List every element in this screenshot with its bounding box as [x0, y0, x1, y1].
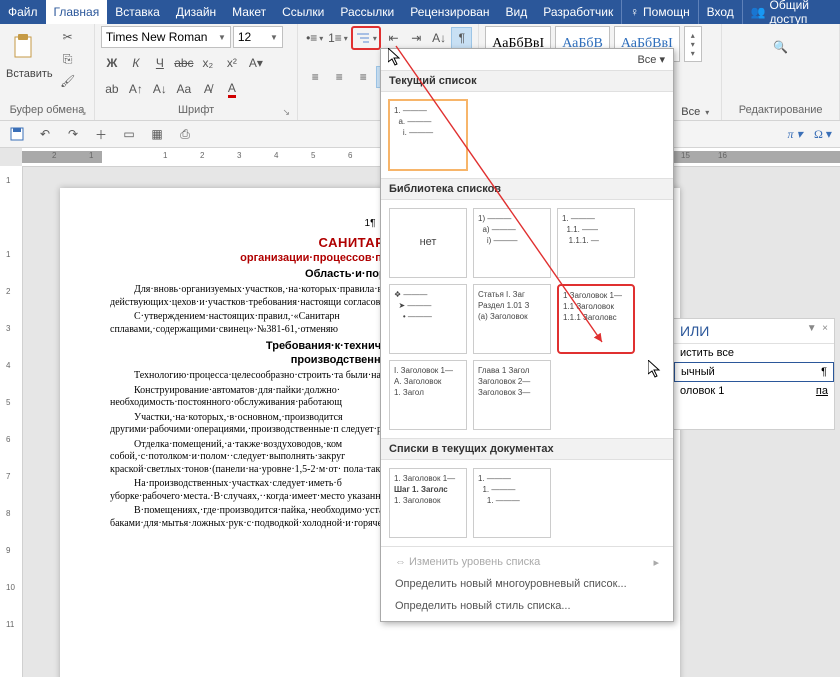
tab-share[interactable]: 👥Общий доступ	[743, 0, 840, 24]
tab-home[interactable]: Главная	[46, 0, 108, 24]
gallery-thumb-1dot[interactable]: 1. ——— 1.1. —— 1.1.1. —	[557, 208, 635, 278]
gallery-menu: ⇔Изменить уровень списка▸ Определить нов…	[381, 546, 673, 621]
paste-label: Вставить	[6, 68, 53, 80]
tab-insert[interactable]: Вставка	[107, 0, 168, 24]
bullets-button[interactable]: •≡▾	[304, 27, 325, 49]
tab-help[interactable]: ♀Помощн	[622, 0, 698, 24]
multilevel-list-button[interactable]: ▾	[351, 26, 381, 50]
tab-mailings[interactable]: Рассылки	[332, 0, 402, 24]
numbering-button[interactable]: 1≡▾	[327, 27, 349, 49]
group-font: Times New Roman▼ 12▼ Ж К Ч abc x₂ x² A▾ …	[95, 24, 298, 120]
align-left-button[interactable]: ≡	[304, 66, 326, 88]
group-editing: 🔍 Редактирование	[722, 24, 840, 120]
tab-review[interactable]: Рецензирован	[402, 0, 497, 24]
clipboard-icon	[11, 33, 35, 61]
tab-view[interactable]: Вид	[498, 0, 536, 24]
paste-button[interactable]	[6, 26, 40, 68]
font-size-combo[interactable]: 12▼	[233, 26, 283, 48]
save-icon	[10, 127, 24, 141]
gallery-thumb-chapter[interactable]: Глава 1 Загол Заголовок 2— Заголовок 3—	[473, 360, 551, 430]
sort-button[interactable]: A↓	[429, 27, 450, 49]
menu-change-level: ⇔Изменить уровень списка▸	[381, 551, 673, 573]
increase-indent-button[interactable]: ⇥	[406, 27, 427, 49]
qat-open-button[interactable]: ▭	[118, 123, 140, 145]
multilevel-list-gallery: Все ▾ Текущий список 1. ——— a. ——— i. ——…	[380, 48, 674, 622]
text-effects-button[interactable]: A▾	[245, 52, 267, 74]
copy-button[interactable]: ⎘	[57, 48, 79, 70]
underline-button[interactable]: Ч	[149, 52, 171, 74]
styles-item-normal[interactable]: ычный¶	[674, 362, 834, 382]
menu-define-style[interactable]: Определить новый стиль списка...	[381, 595, 673, 617]
tab-design[interactable]: Дизайн	[168, 0, 224, 24]
tab-references[interactable]: Ссылки	[274, 0, 332, 24]
styles-more-button[interactable]: ▴▾▾	[684, 26, 702, 62]
align-center-button[interactable]: ≡	[328, 66, 350, 88]
cursor-icon	[648, 360, 662, 378]
group-editing-label: Редактирование	[728, 104, 833, 118]
gallery-thumb-indoc-1[interactable]: 1. Заголовок 1— Шаг 1. Заголс 1. Заголов…	[389, 468, 467, 538]
gallery-thumb-indoc-2[interactable]: 1. ——— 1. ——— 1. ———	[473, 468, 551, 538]
align-right-button[interactable]: ≡	[352, 66, 374, 88]
symbol-button[interactable]: Ω ▾	[812, 123, 834, 145]
equation-button[interactable]: π ▾	[784, 123, 806, 145]
group-clipboard-label: Буфер обмена↘	[6, 104, 88, 118]
tab-developer[interactable]: Разработчик	[535, 0, 621, 24]
qat-save-button[interactable]	[6, 123, 28, 145]
gallery-thumb-heading-numbered[interactable]: 1 Заголовок 1— 1.1 Заголовок 1.1.1 Загол…	[557, 284, 635, 354]
find-button[interactable]: 🔍	[768, 34, 794, 60]
change-case-button[interactable]: Aa	[173, 78, 195, 100]
format-painter-button[interactable]: 🖌	[57, 70, 79, 92]
tab-file[interactable]: Файл	[0, 0, 46, 24]
qat-undo-button[interactable]: ↶	[34, 123, 56, 145]
styles-task-pane: ИЛИ ▼ × истить все ычный¶ оловок 1па	[673, 318, 835, 430]
cut-button[interactable]: ✂	[57, 26, 79, 48]
gallery-all-toggle[interactable]: Все ▾	[637, 53, 665, 66]
cursor-icon	[388, 48, 402, 66]
tab-layout[interactable]: Макет	[224, 0, 274, 24]
strike-button[interactable]: abc	[173, 52, 195, 74]
font-name-combo[interactable]: Times New Roman▼	[101, 26, 231, 48]
styles-item-heading1[interactable]: оловок 1па	[674, 382, 834, 400]
gallery-section-library: Библиотека списков	[381, 178, 673, 200]
dialog-launcher-icon[interactable]: ↘	[281, 107, 291, 117]
bold-button[interactable]: Ж	[101, 52, 123, 74]
group-font-label: Шрифт↘	[101, 104, 291, 118]
gallery-thumb-none[interactable]: нет	[389, 208, 467, 278]
superscript-button[interactable]: x²	[221, 52, 243, 74]
clear-format-button[interactable]: A̸	[197, 78, 219, 100]
font-color-button[interactable]: A	[221, 78, 243, 100]
show-marks-button[interactable]: ¶	[451, 27, 472, 49]
qat-table-button[interactable]: ▦	[146, 123, 168, 145]
font-shrink-button[interactable]: A↓	[149, 78, 171, 100]
ribbon-tabs: Файл Главная Вставка Дизайн Макет Ссылки…	[0, 0, 840, 24]
subscript-button[interactable]: x₂	[197, 52, 219, 74]
tab-signin[interactable]: Вход	[699, 0, 742, 24]
qat-new-button[interactable]: ＋	[90, 123, 112, 145]
qat-redo-button[interactable]: ↷	[62, 123, 84, 145]
dialog-launcher-icon[interactable]: ↘	[78, 107, 88, 117]
decrease-indent-button[interactable]: ⇤	[383, 27, 404, 49]
group-clipboard: Вставить ✂ ⎘ 🖌 Буфер обмена↘	[0, 24, 95, 120]
ruler-vertical[interactable]: 11234567891011	[0, 166, 23, 677]
menu-define-list[interactable]: Определить новый многоуровневый список..…	[381, 573, 673, 595]
gallery-section-indoc: Списки в текущих документах	[381, 438, 673, 460]
highlight-button[interactable]: ab	[101, 78, 123, 100]
gallery-thumb-iA1[interactable]: I. Заголовок 1— A. Заголовок 1. Загол	[389, 360, 467, 430]
gallery-section-current: Текущий список	[381, 70, 673, 92]
gallery-thumb-1paren[interactable]: 1) ——— a) ——— i) ———	[473, 208, 551, 278]
multilevel-list-icon	[355, 31, 371, 45]
font-grow-button[interactable]: A↑	[125, 78, 147, 100]
gallery-thumb-article[interactable]: Статья I. Заг Раздел 1.01 З (a) Заголово…	[473, 284, 551, 354]
qat-print-button[interactable]: ⎙	[174, 123, 196, 145]
styles-clear-all[interactable]: истить все	[674, 344, 834, 362]
styles-pane-title: ИЛИ ▼ ×	[674, 319, 834, 344]
gallery-thumb-current[interactable]: 1. ——— a. ——— i. ———	[389, 100, 467, 170]
italic-button[interactable]: К	[125, 52, 147, 74]
gallery-thumb-bullets[interactable]: ❖ ——— ➤ ——— • ———	[389, 284, 467, 354]
